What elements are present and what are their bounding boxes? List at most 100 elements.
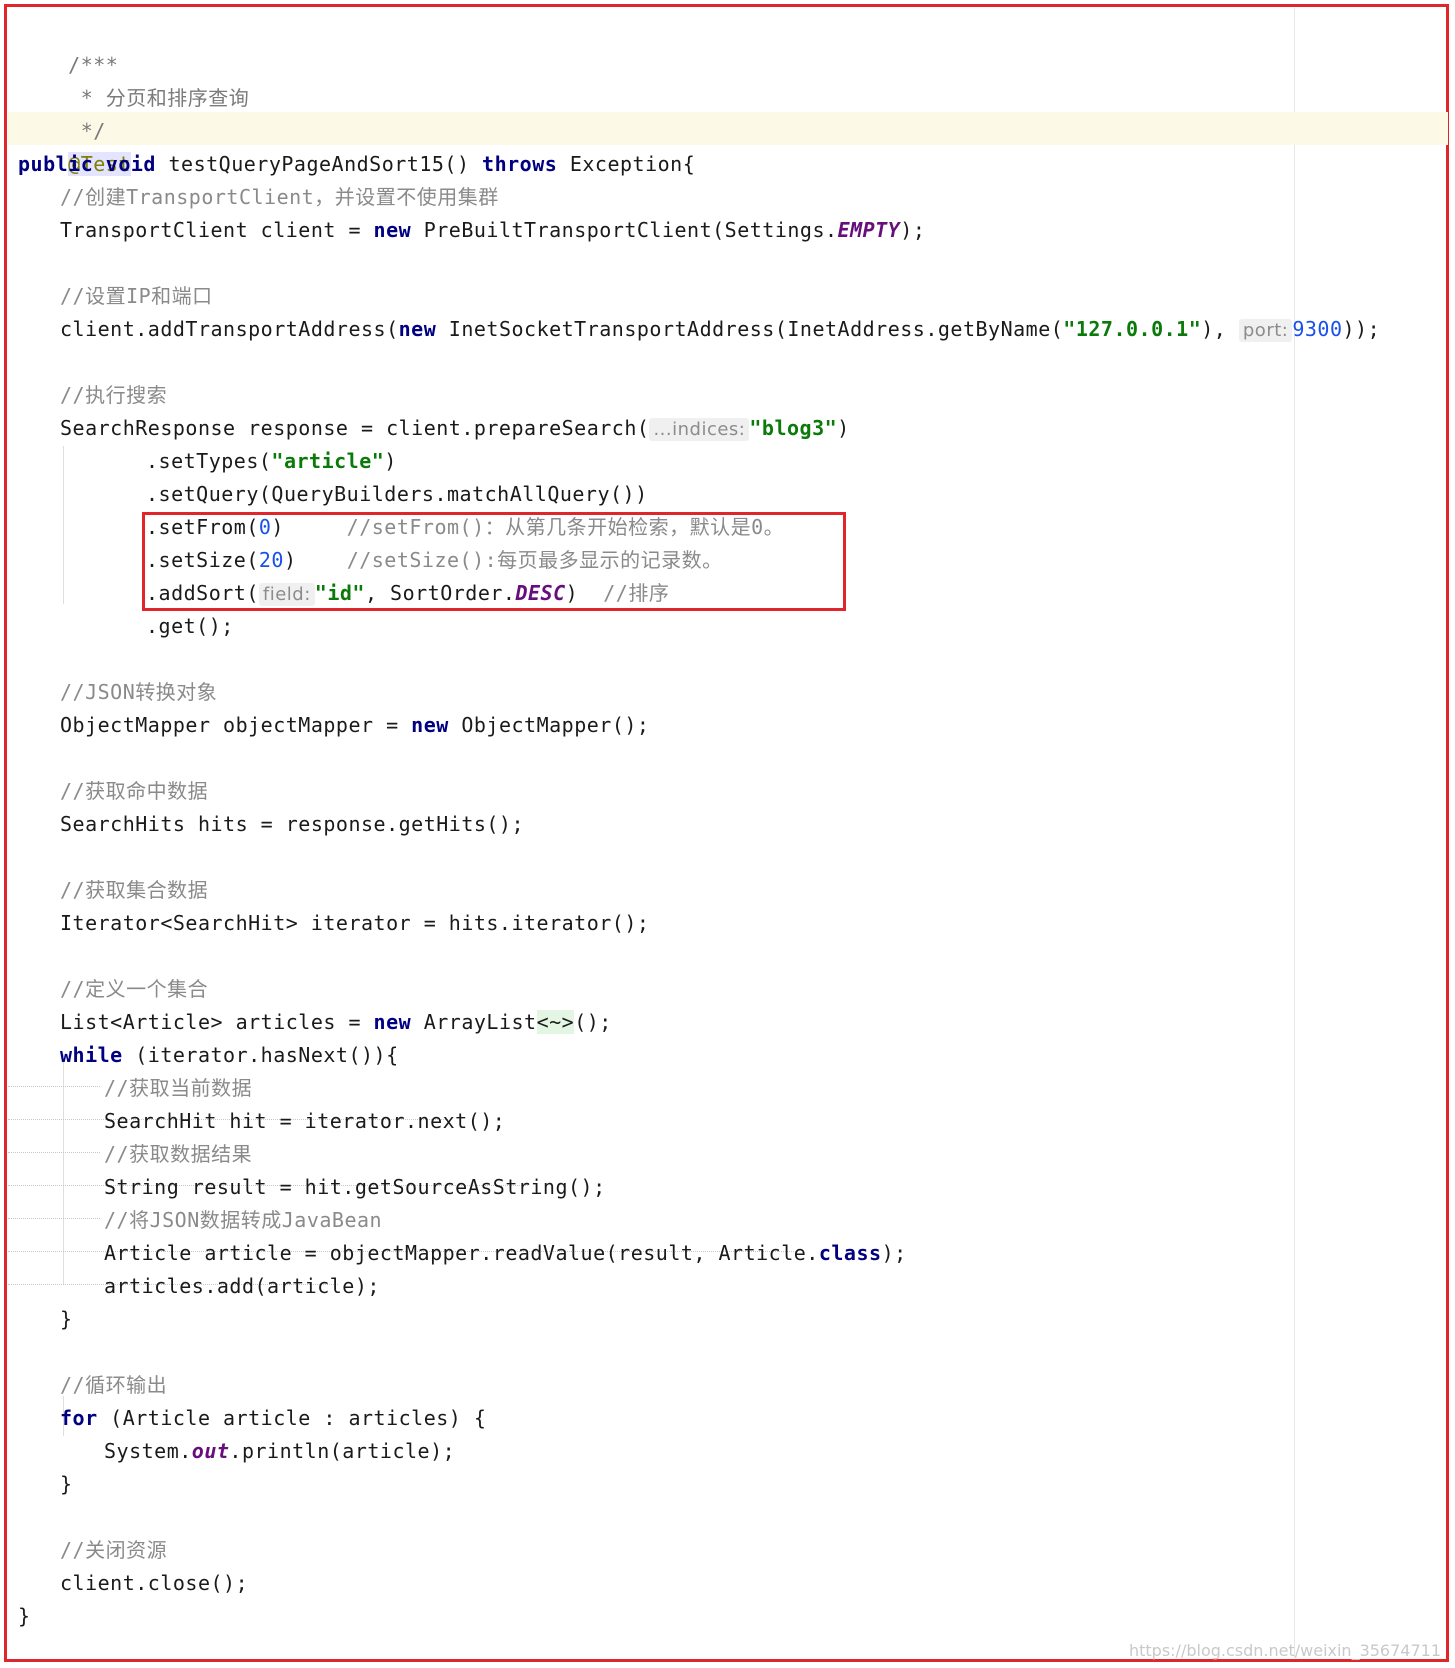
watermark: https://blog.csdn.net/weixin_35674711 <box>1128 1641 1441 1660</box>
code-text: TransportClient client = <box>60 218 374 242</box>
string-literal: "article" <box>271 449 385 473</box>
code-text: ObjectMapper objectMapper = <box>60 713 412 737</box>
code-text: client.addTransportAddress( <box>60 317 399 341</box>
code-line[interactable]: //定义一个集合 <box>60 973 208 1006</box>
code-text: .println(article); <box>229 1439 456 1463</box>
code-line[interactable]: //关闭资源 <box>60 1534 167 1567</box>
code-line[interactable]: .setTypes("article") <box>146 445 397 478</box>
code-line[interactable]: client.addTransportAddress(new InetSocke… <box>60 313 1380 346</box>
line-comment: //循环输出 <box>60 1373 168 1397</box>
code-line[interactable]: SearchResponse response = client.prepare… <box>60 412 850 445</box>
keyword: void <box>105 152 156 176</box>
code-line[interactable]: } <box>60 1468 73 1501</box>
code-line[interactable]: client.close(); <box>60 1567 248 1600</box>
string-literal: "127.0.0.1" <box>1063 317 1202 341</box>
code-line[interactable]: */ <box>18 82 106 143</box>
dotted-separator <box>8 1086 100 1087</box>
code-line[interactable]: //获取当前数据 <box>104 1072 252 1105</box>
line-comment: //定义一个集合 <box>60 977 209 1001</box>
code-line[interactable]: String result = hit.getSourceAsString(); <box>104 1171 606 1204</box>
code-text: Iterator<SearchHit> iterator = hits.iter… <box>60 911 650 935</box>
code-line[interactable]: * 分页和排序查询 <box>18 49 249 110</box>
dotted-separator <box>8 1152 100 1153</box>
current-line-highlight <box>8 112 1448 145</box>
code-text: (); <box>574 1010 612 1034</box>
code-text: ) <box>837 416 850 440</box>
static-field: out <box>191 1439 230 1463</box>
line-comment: //获取集合数据 <box>60 878 209 902</box>
line-comment: //获取数据结果 <box>104 1142 253 1166</box>
code-line[interactable]: articles.add(article); <box>104 1270 380 1303</box>
code-text: .setTypes( <box>146 449 272 473</box>
keyword: new <box>411 713 449 737</box>
code-text: .setQuery(QueryBuilders.matchAllQuery()) <box>146 482 648 506</box>
code-line[interactable]: //执行搜索 <box>60 379 167 412</box>
code-line[interactable]: ObjectMapper objectMapper = new ObjectMa… <box>60 709 649 742</box>
code-line[interactable]: @Test <box>18 115 131 176</box>
code-text: (Article article : articles) { <box>97 1406 487 1430</box>
code-line[interactable]: Article article = objectMapper.readValue… <box>104 1237 907 1270</box>
code-text: .get(); <box>146 614 234 638</box>
keyword: new <box>373 218 412 242</box>
parameter-hint: port: <box>1238 319 1293 342</box>
code-line[interactable]: while (iterator.hasNext()){ <box>60 1039 399 1072</box>
code-text: List<Article> articles = <box>60 1010 374 1034</box>
line-comment: //获取当前数据 <box>104 1076 253 1100</box>
parameter-hint: ...indices: <box>649 418 750 441</box>
keyword: new <box>373 1010 412 1034</box>
code-line[interactable]: System.out.println(article); <box>104 1435 455 1468</box>
code-line[interactable]: //获取命中数据 <box>60 775 208 808</box>
code-text: (iterator.hasNext()){ <box>122 1043 399 1067</box>
code-text: articles.add(article); <box>104 1274 380 1298</box>
code-text: System. <box>104 1439 192 1463</box>
code-line[interactable]: } <box>60 1303 73 1336</box>
diamond-operator: <~> <box>536 1010 575 1034</box>
code-text: Article article = objectMapper.readValue… <box>104 1241 819 1265</box>
code-line[interactable]: //获取集合数据 <box>60 874 208 907</box>
keyword: throws <box>482 152 558 176</box>
code-line[interactable]: .get(); <box>146 610 234 643</box>
keyword: new <box>398 317 437 341</box>
line-comment: //关闭资源 <box>60 1538 168 1562</box>
line-comment: //创建TransportClient，并设置不使用集群 <box>60 185 499 209</box>
code-line[interactable]: /*** <box>18 16 118 77</box>
indent-guide <box>63 446 64 604</box>
code-text: SearchResponse response = client.prepare… <box>60 416 650 440</box>
number-literal: 9300 <box>1292 317 1343 341</box>
code-line[interactable]: List<Article> articles = new ArrayList<~… <box>60 1006 612 1039</box>
code-line[interactable]: //循环输出 <box>60 1369 167 1402</box>
code-text: ObjectMapper(); <box>448 713 650 737</box>
code-line[interactable]: //将JSON数据转成JavaBean <box>104 1204 382 1237</box>
code-text: } <box>18 1604 31 1628</box>
code-text: ); <box>881 1241 907 1265</box>
method-signature: testQueryPageAndSort15() <box>155 152 483 176</box>
code-line[interactable]: for (Article article : articles) { <box>60 1402 486 1435</box>
code-line[interactable]: } <box>18 1600 31 1633</box>
code-line[interactable]: //获取数据结果 <box>104 1138 252 1171</box>
code-line[interactable]: SearchHit hit = iterator.next(); <box>104 1105 505 1138</box>
code-line[interactable]: TransportClient client = new PreBuiltTra… <box>60 214 925 247</box>
dotted-separator <box>8 1218 100 1219</box>
line-comment: //执行搜索 <box>60 383 168 407</box>
keyword: public <box>18 152 94 176</box>
highlight-box <box>142 512 846 611</box>
code-text: String result = hit.getSourceAsString(); <box>104 1175 606 1199</box>
code-line[interactable]: SearchHits hits = response.getHits(); <box>60 808 524 841</box>
code-line[interactable]: //创建TransportClient，并设置不使用集群 <box>60 181 499 214</box>
code-text: InetSocketTransportAddress(InetAddress.g… <box>436 317 1064 341</box>
static-field: EMPTY <box>837 218 901 242</box>
code-line[interactable]: .setQuery(QueryBuilders.matchAllQuery()) <box>146 478 648 511</box>
keyword: for <box>60 1406 98 1430</box>
code-line[interactable]: Iterator<SearchHit> iterator = hits.iter… <box>60 907 649 940</box>
code-text: SearchHits hits = response.getHits(); <box>60 812 525 836</box>
line-comment: //获取命中数据 <box>60 779 209 803</box>
code-line[interactable]: //JSON转换对象 <box>60 676 217 709</box>
code-line[interactable]: //设置IP和端口 <box>60 280 213 313</box>
line-comment: //将JSON数据转成JavaBean <box>104 1208 383 1232</box>
indent-guide <box>63 1054 64 1284</box>
code-line[interactable]: public void testQueryPageAndSort15() thr… <box>18 148 695 181</box>
line-comment: //设置IP和端口 <box>60 284 213 308</box>
code-text: ) <box>384 449 397 473</box>
line-comment: //JSON转换对象 <box>60 680 218 704</box>
code-text: client.close(); <box>60 1571 249 1595</box>
